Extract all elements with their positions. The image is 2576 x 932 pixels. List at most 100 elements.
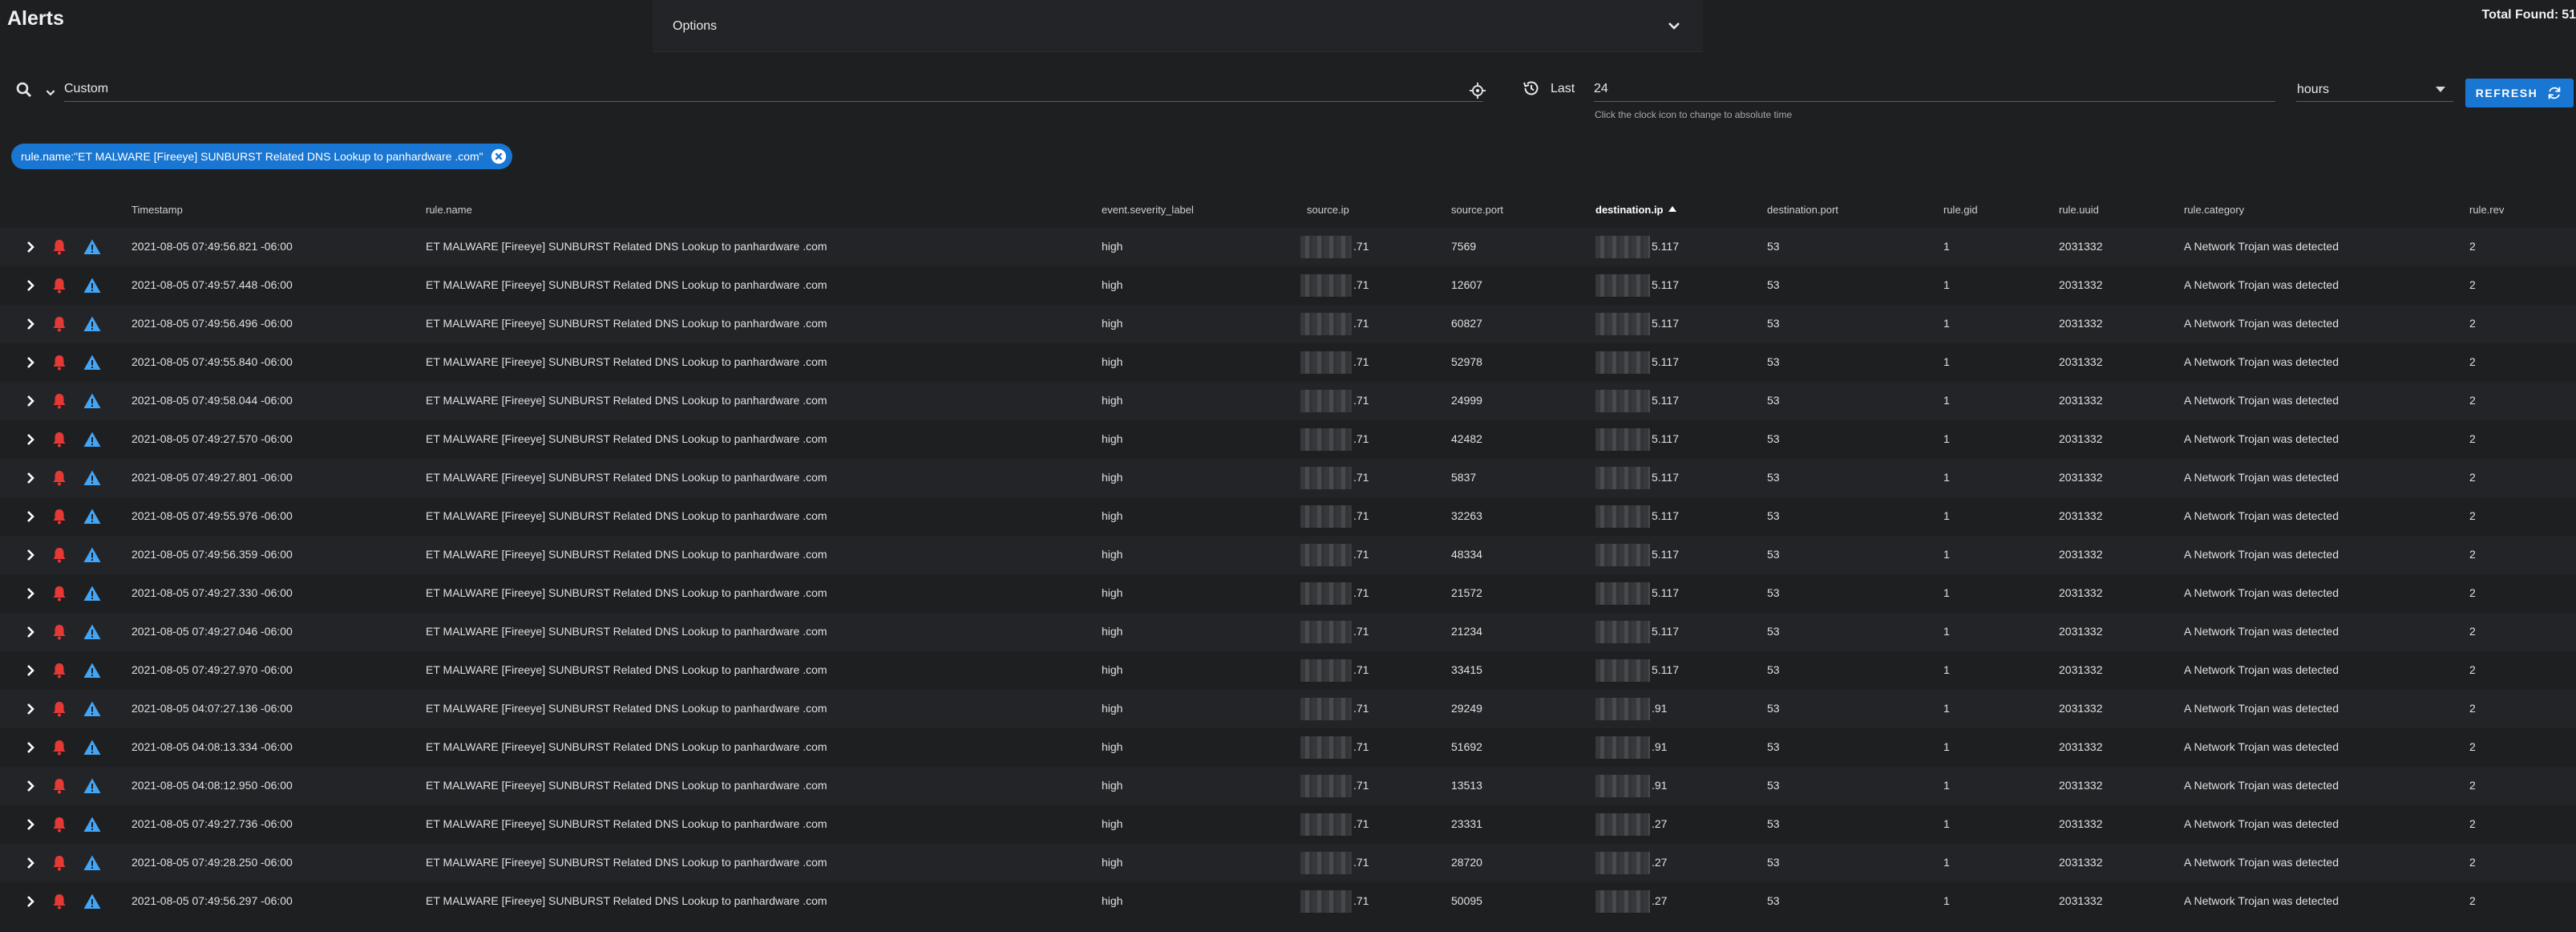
table-row[interactable]: 2021-08-05 07:49:27.970 -06:00 ET MALWARE… [0, 651, 2576, 690]
table-row[interactable]: 2021-08-05 07:49:56.821 -06:00 ET MALWARE… [0, 228, 2576, 266]
header-destination-ip[interactable]: destination.ip [1595, 204, 1676, 216]
header-source-port[interactable]: source.port [1451, 204, 1503, 216]
bell-icon[interactable] [50, 776, 69, 796]
expand-chevron-icon[interactable] [21, 314, 40, 334]
time-unit-select[interactable]: hours [2296, 77, 2453, 102]
bell-icon[interactable] [50, 545, 69, 565]
expand-chevron-icon[interactable] [21, 738, 40, 757]
crosshair-icon[interactable] [1469, 82, 1486, 99]
bell-icon[interactable] [50, 815, 69, 834]
header-rule-name[interactable]: rule.name [426, 204, 472, 216]
expand-chevron-icon[interactable] [21, 584, 40, 603]
table-row[interactable]: 2021-08-05 07:49:28.250 -06:00 ET MALWARE… [0, 844, 2576, 882]
expand-chevron-icon[interactable] [21, 661, 40, 680]
table-row[interactable]: 2021-08-05 04:08:13.334 -06:00 ET MALWARE… [0, 728, 2576, 767]
table-row[interactable]: 2021-08-05 04:08:12.950 -06:00 ET MALWARE… [0, 767, 2576, 805]
bell-icon[interactable] [50, 391, 69, 411]
search-input[interactable] [64, 77, 1483, 102]
table-row[interactable]: 2021-08-05 07:49:56.496 -06:00 ET MALWARE… [0, 305, 2576, 343]
warning-triangle-icon[interactable] [83, 391, 102, 411]
warning-triangle-icon[interactable] [83, 776, 102, 796]
table-row[interactable]: 2021-08-05 07:49:27.330 -06:00 ET MALWARE… [0, 574, 2576, 613]
bell-icon[interactable] [50, 738, 69, 757]
warning-triangle-icon[interactable] [83, 622, 102, 642]
table-row[interactable]: 2021-08-05 07:49:58.044 -06:00 ET MALWARE… [0, 382, 2576, 420]
search-icon[interactable] [14, 80, 34, 99]
bell-icon[interactable] [50, 468, 69, 488]
expand-chevron-icon[interactable] [21, 507, 40, 526]
bell-icon[interactable] [50, 276, 69, 295]
bell-icon[interactable] [50, 430, 69, 449]
warning-triangle-icon[interactable] [83, 892, 102, 911]
cell-source-ip: .71 [1353, 278, 1369, 291]
expand-chevron-icon[interactable] [21, 391, 40, 411]
warning-triangle-icon[interactable] [83, 237, 102, 257]
table-row[interactable]: 2021-08-05 07:49:27.736 -06:00 ET MALWARE… [0, 805, 2576, 844]
cell-rule-category: A Network Trojan was detected [2184, 586, 2339, 599]
warning-triangle-icon[interactable] [83, 853, 102, 873]
bell-icon[interactable] [50, 853, 69, 873]
history-clock-icon[interactable] [1522, 79, 1541, 98]
header-rule-gid[interactable]: rule.gid [1943, 204, 1978, 216]
warning-triangle-icon[interactable] [83, 738, 102, 757]
close-circle-icon[interactable] [490, 148, 508, 165]
warning-triangle-icon[interactable] [83, 430, 102, 449]
table-row[interactable]: 2021-08-05 07:49:27.801 -06:00 ET MALWARE… [0, 459, 2576, 497]
header-rule-rev[interactable]: rule.rev [2469, 204, 2504, 216]
expand-chevron-icon[interactable] [21, 353, 40, 372]
expand-chevron-icon[interactable] [21, 545, 40, 565]
bell-icon[interactable] [50, 892, 69, 911]
warning-triangle-icon[interactable] [83, 314, 102, 334]
header-rule-uuid[interactable]: rule.uuid [2059, 204, 2099, 216]
redacted-destination-ip-block [1595, 813, 1650, 836]
warning-triangle-icon[interactable] [83, 699, 102, 719]
bell-icon[interactable] [50, 622, 69, 642]
expand-chevron-icon[interactable] [21, 815, 40, 834]
filter-chip[interactable]: rule.name:"ET MALWARE [Fireeye] SUNBURST… [11, 144, 512, 169]
header-source-ip[interactable]: source.ip [1307, 204, 1349, 216]
warning-triangle-icon[interactable] [83, 353, 102, 372]
expand-chevron-icon[interactable] [21, 468, 40, 488]
table-row[interactable]: 2021-08-05 07:49:27.570 -06:00 ET MALWARE… [0, 420, 2576, 459]
header-rule-category[interactable]: rule.category [2184, 204, 2244, 216]
cell-timestamp: 2021-08-05 07:49:56.496 -06:00 [131, 317, 293, 330]
warning-triangle-icon[interactable] [83, 661, 102, 680]
warning-triangle-icon[interactable] [83, 584, 102, 603]
options-panel-toggle[interactable]: Options [653, 0, 1703, 52]
header-timestamp[interactable]: Timestamp [131, 204, 183, 216]
expand-chevron-icon[interactable] [21, 622, 40, 642]
expand-chevron-icon[interactable] [21, 892, 40, 911]
chevron-down-icon[interactable] [42, 83, 59, 101]
table-row[interactable]: 2021-08-05 07:49:56.297 -06:00 ET MALWARE… [0, 882, 2576, 921]
warning-triangle-icon[interactable] [83, 545, 102, 565]
bell-icon[interactable] [50, 699, 69, 719]
header-severity[interactable]: event.severity_label [1102, 204, 1194, 216]
bell-icon[interactable] [50, 584, 69, 603]
table-row[interactable]: 2021-08-05 07:49:56.359 -06:00 ET MALWARE… [0, 536, 2576, 574]
table-row[interactable]: 2021-08-05 07:49:57.448 -06:00 ET MALWARE… [0, 266, 2576, 305]
cell-timestamp: 2021-08-05 07:49:56.821 -06:00 [131, 240, 293, 253]
expand-chevron-icon[interactable] [21, 853, 40, 873]
bell-icon[interactable] [50, 507, 69, 526]
table-row[interactable]: 2021-08-05 04:07:27.136 -06:00 ET MALWARE… [0, 690, 2576, 728]
warning-triangle-icon[interactable] [83, 507, 102, 526]
expand-chevron-icon[interactable] [21, 276, 40, 295]
expand-chevron-icon[interactable] [21, 237, 40, 257]
bell-icon[interactable] [50, 353, 69, 372]
warning-triangle-icon[interactable] [83, 468, 102, 488]
warning-triangle-icon[interactable] [83, 276, 102, 295]
relative-time-value-input[interactable] [1594, 77, 2275, 102]
expand-chevron-icon[interactable] [21, 430, 40, 449]
bell-icon[interactable] [50, 314, 69, 334]
refresh-button[interactable]: REFRESH [2465, 79, 2574, 107]
warning-triangle-icon[interactable] [83, 815, 102, 834]
header-destination-port[interactable]: destination.port [1767, 204, 1838, 216]
bell-icon[interactable] [50, 237, 69, 257]
expand-chevron-icon[interactable] [21, 699, 40, 719]
table-row[interactable]: 2021-08-05 07:49:55.976 -06:00 ET MALWARE… [0, 497, 2576, 536]
table-row[interactable]: 2021-08-05 07:49:55.840 -06:00 ET MALWARE… [0, 343, 2576, 382]
expand-chevron-icon[interactable] [21, 776, 40, 796]
bell-icon[interactable] [50, 661, 69, 680]
table-row[interactable]: 2021-08-05 07:49:27.046 -06:00 ET MALWARE… [0, 613, 2576, 651]
redacted-source-ip-block [1300, 236, 1352, 258]
